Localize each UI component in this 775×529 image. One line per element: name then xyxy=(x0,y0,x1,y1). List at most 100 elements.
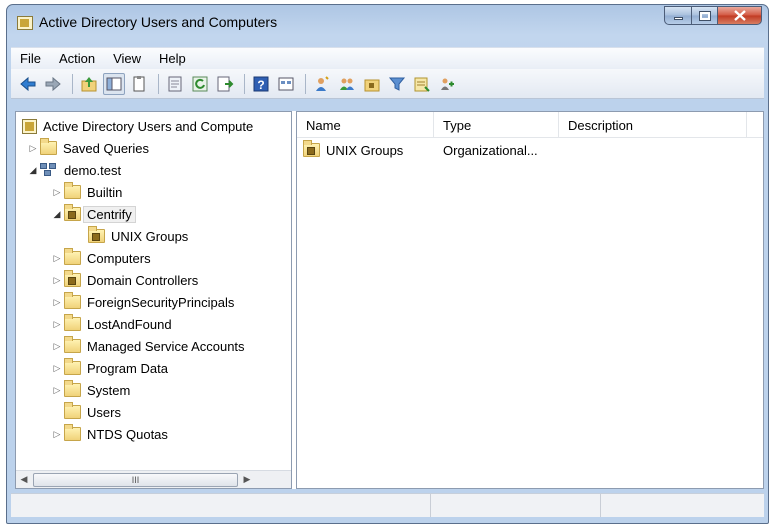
toolbar: ? xyxy=(11,69,764,99)
properties-button[interactable] xyxy=(164,73,186,95)
copy-button[interactable] xyxy=(128,73,150,95)
expand-arrow-icon[interactable]: ▷ xyxy=(26,143,40,154)
folder-icon xyxy=(64,402,81,419)
expand-arrow-icon[interactable]: ▷ xyxy=(50,187,64,198)
view-icon xyxy=(278,77,294,90)
show-hide-console-tree-icon xyxy=(106,77,122,90)
help-icon: ? xyxy=(253,76,269,92)
close-button[interactable] xyxy=(717,6,762,25)
tree-item-computers[interactable]: ▷ Computers xyxy=(50,247,151,269)
help-button[interactable]: ? xyxy=(250,73,272,95)
collapse-arrow-icon[interactable]: ◢ xyxy=(50,209,64,220)
tree-item-saved-queries[interactable]: ▷ Saved Queries xyxy=(26,137,149,159)
tree-item-label: ForeignSecurityPrincipals xyxy=(87,294,235,310)
minimize-icon xyxy=(673,17,683,20)
window-controls xyxy=(664,6,762,25)
tree-item-label: UNIX Groups xyxy=(111,228,189,244)
new-group-icon xyxy=(340,78,354,90)
new-ou-button[interactable] xyxy=(361,73,383,95)
list-item[interactable]: UNIX Groups Organizational... xyxy=(297,139,559,161)
expand-arrow-icon[interactable]: ▷ xyxy=(50,385,64,396)
tree-item-ntds-quotas[interactable]: ▷ NTDS Quotas xyxy=(50,423,168,445)
menu-help[interactable]: Help xyxy=(150,51,195,66)
tree-item-program-data[interactable]: ▷ Program Data xyxy=(50,357,168,379)
new-user-button[interactable] xyxy=(311,73,333,95)
up-one-level-button[interactable] xyxy=(78,73,100,95)
status-bar xyxy=(11,493,764,517)
title-bar[interactable]: Active Directory Users and Computers xyxy=(7,5,768,39)
scroll-left-icon[interactable]: ◀ xyxy=(16,474,32,485)
main-content: Active Directory Users and Compute ▷ Sav… xyxy=(15,111,764,489)
copy-icon xyxy=(133,75,145,91)
back-arrow-icon xyxy=(20,76,36,91)
folder-icon xyxy=(40,138,57,155)
horizontal-scrollbar[interactable]: ◀ III ▶ xyxy=(16,470,291,488)
expand-arrow-icon[interactable]: ▷ xyxy=(50,275,64,286)
up-folder-icon xyxy=(81,76,97,91)
folder-icon xyxy=(64,248,81,265)
console-root-icon xyxy=(22,118,37,134)
maximize-button[interactable] xyxy=(691,6,717,25)
menu-file[interactable]: File xyxy=(11,51,50,66)
column-header-type[interactable]: Type xyxy=(434,112,559,138)
maximize-icon xyxy=(698,10,711,21)
new-group-button[interactable] xyxy=(336,73,358,95)
tree-item-domain-controllers[interactable]: ▷ Domain Controllers xyxy=(50,269,198,291)
find-button[interactable] xyxy=(411,73,433,95)
ou-folder-icon xyxy=(64,270,81,287)
expand-arrow-icon[interactable]: ▷ xyxy=(50,297,64,308)
status-segment xyxy=(11,494,431,517)
view-button[interactable] xyxy=(275,73,297,95)
expand-arrow-icon[interactable]: ▷ xyxy=(50,253,64,264)
column-header-description[interactable]: Description xyxy=(559,112,747,138)
filter-icon xyxy=(388,77,406,91)
menu-action[interactable]: Action xyxy=(50,51,104,66)
expand-arrow-icon[interactable]: ▷ xyxy=(50,429,64,440)
list-cell-name: UNIX Groups xyxy=(297,140,434,158)
tree-item-label: Program Data xyxy=(87,360,168,376)
tree-item-foreign-security-principals[interactable]: ▷ ForeignSecurityPrincipals xyxy=(50,291,234,313)
tree-item-users[interactable]: Users xyxy=(64,401,121,423)
tree-item-system[interactable]: ▷ System xyxy=(50,379,130,401)
add-to-group-button[interactable] xyxy=(436,73,458,95)
expand-arrow-icon[interactable]: ▷ xyxy=(50,341,64,352)
tree-item-builtin[interactable]: ▷ Builtin xyxy=(50,181,122,203)
expand-arrow-icon[interactable]: ▷ xyxy=(50,319,64,330)
collapse-arrow-icon[interactable]: ◢ xyxy=(26,165,40,176)
toolbar-separator xyxy=(244,73,245,94)
domain-icon xyxy=(40,162,58,178)
toolbar-separator xyxy=(158,73,159,94)
export-list-button[interactable] xyxy=(214,73,236,95)
back-button[interactable] xyxy=(17,73,39,95)
tree-item-lost-and-found[interactable]: ▷ LostAndFound xyxy=(50,313,172,335)
expand-arrow-icon[interactable]: ▷ xyxy=(50,363,64,374)
forward-button[interactable] xyxy=(42,73,64,95)
tree-item-managed-service-accounts[interactable]: ▷ Managed Service Accounts xyxy=(50,335,245,357)
add-to-group-icon xyxy=(441,78,454,90)
new-user-icon xyxy=(316,75,329,91)
minimize-button[interactable] xyxy=(664,6,691,25)
scroll-right-icon[interactable]: ▶ xyxy=(239,474,255,485)
folder-icon xyxy=(64,182,81,199)
list-item-type: Organizational... xyxy=(443,142,538,158)
svg-text:?: ? xyxy=(257,78,264,92)
scrollbar-thumb[interactable]: III xyxy=(33,472,238,487)
console-tree: Active Directory Users and Compute ▷ Sav… xyxy=(15,111,292,489)
new-ou-icon xyxy=(364,79,380,91)
filter-button[interactable] xyxy=(386,73,408,95)
close-icon xyxy=(733,10,746,21)
app-icon xyxy=(17,16,33,30)
menu-view[interactable]: View xyxy=(104,51,150,66)
toolbar-separator xyxy=(305,73,306,94)
show-hide-console-tree-button[interactable] xyxy=(103,72,125,95)
refresh-button[interactable] xyxy=(189,73,211,95)
tree-root[interactable]: Active Directory Users and Compute xyxy=(22,115,253,137)
tree-item-demo-test[interactable]: ◢ demo.test xyxy=(26,159,121,181)
tree-item-label: LostAndFound xyxy=(87,316,172,332)
menu-bar: File Action View Help xyxy=(11,47,764,69)
tree-item-centrify[interactable]: ◢ Centrify xyxy=(50,203,136,225)
folder-icon xyxy=(64,336,81,353)
column-header-name[interactable]: Name xyxy=(297,112,434,138)
tree-item-unix-groups[interactable]: UNIX Groups xyxy=(88,225,188,247)
list-item-name: UNIX Groups xyxy=(326,142,404,158)
